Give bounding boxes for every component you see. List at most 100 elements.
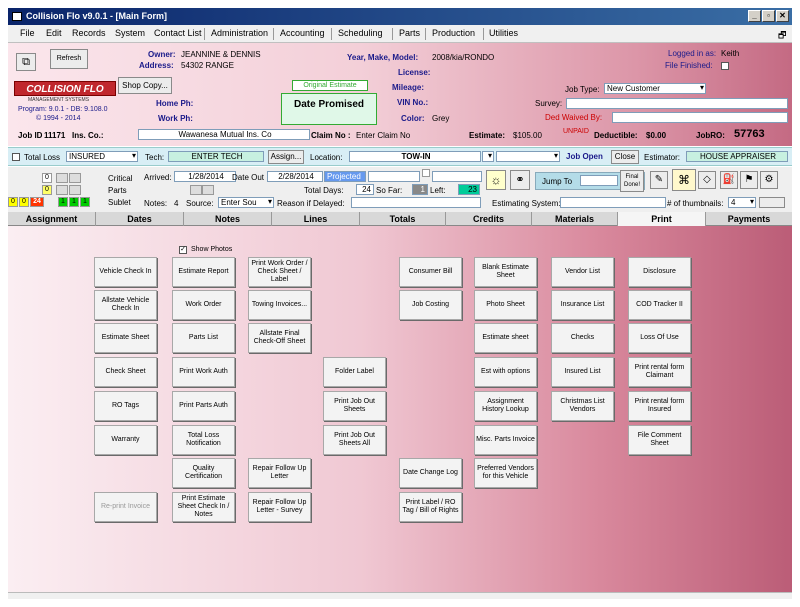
date-out-input[interactable]: 2/28/2014 xyxy=(267,171,323,182)
print-job-out-sheets-all-button[interactable]: Print Job Out Sheets All xyxy=(323,425,386,455)
date-promised-box[interactable]: Date Promised xyxy=(281,93,377,125)
tab-materials[interactable]: Materials xyxy=(532,212,618,226)
tab-totals[interactable]: Totals xyxy=(360,212,446,226)
thumbnails-apply-button[interactable] xyxy=(759,197,785,208)
estimate-sheet-button[interactable]: Estimate Sheet xyxy=(94,323,157,353)
allstate-vehicle-check-in-button[interactable]: Allstate Vehicle Check In xyxy=(94,290,157,320)
show-photos-checkbox[interactable]: ✓ xyxy=(179,246,187,254)
repair-follow-up-survey-button[interactable]: Repair Follow Up Letter - Survey xyxy=(248,492,311,522)
jump-to-input[interactable] xyxy=(580,175,618,186)
work-order-button[interactable]: Work Order xyxy=(172,290,235,320)
window-switch-icon[interactable]: ⧉ xyxy=(16,53,36,71)
folder-label-button[interactable]: Folder Label xyxy=(323,357,386,387)
final-done-button[interactable]: Final Done! xyxy=(620,170,644,192)
survey-input[interactable] xyxy=(566,98,788,109)
blank-estimate-sheet-button[interactable]: Blank Estimate Sheet xyxy=(474,257,537,287)
parts-list-button[interactable]: Parts List xyxy=(172,323,235,353)
tab-payments[interactable]: Payments xyxy=(706,212,792,226)
assignment-history-lookup-button[interactable]: Assignment History Lookup xyxy=(474,391,537,421)
job-type-select[interactable]: New Customer xyxy=(604,83,706,94)
estimator-field[interactable]: HOUSE APPRAISER xyxy=(686,151,788,162)
check-sheet-button[interactable]: Check Sheet xyxy=(94,357,157,387)
estimating-system-input[interactable] xyxy=(560,197,666,208)
projected-field[interactable]: Projected xyxy=(324,171,366,182)
claim-value[interactable]: Enter Claim No xyxy=(356,131,410,140)
original-estimate-label[interactable]: Original Estimate xyxy=(292,80,368,91)
job-costing-button[interactable]: Job Costing xyxy=(399,290,462,320)
quality-certification-button[interactable]: Quality Certification xyxy=(172,458,235,488)
close-window-button[interactable]: ✕ xyxy=(776,10,789,22)
diamond-icon[interactable]: ◇ xyxy=(698,171,716,189)
file-comment-sheet-button[interactable]: File Comment Sheet xyxy=(628,425,691,455)
menu-scheduling[interactable]: Scheduling xyxy=(338,28,383,38)
restore-icon[interactable]: 🗗 xyxy=(778,28,786,44)
warranty-button[interactable]: Warranty xyxy=(94,425,157,455)
shop-copy-button[interactable]: Shop Copy... xyxy=(118,77,172,94)
tab-print[interactable]: Print xyxy=(618,212,706,226)
consumer-bill-button[interactable]: Consumer Bill xyxy=(399,257,462,287)
disclosure-button[interactable]: Disclosure xyxy=(628,257,691,287)
menu-edit[interactable]: Edit xyxy=(46,28,62,38)
est-with-options-button[interactable]: Est with options xyxy=(474,357,537,387)
extra-date-input[interactable] xyxy=(432,171,482,182)
print-parts-auth-button[interactable]: Print Parts Auth xyxy=(172,391,235,421)
print-job-out-sheets-button[interactable]: Print Job Out Sheets xyxy=(323,391,386,421)
refresh-button[interactable]: Refresh xyxy=(50,49,88,69)
edit-icon[interactable]: ✎ xyxy=(650,171,668,189)
location-field[interactable]: TOW-IN xyxy=(349,151,481,162)
menu-contact-list[interactable]: Contact List xyxy=(154,28,202,38)
minimize-button[interactable]: _ xyxy=(748,10,761,22)
file-finished-checkbox[interactable] xyxy=(721,62,729,70)
insured-select[interactable]: INSURED xyxy=(66,151,138,162)
binoculars-icon[interactable]: ⚭ xyxy=(510,170,530,190)
tab-lines[interactable]: Lines xyxy=(272,212,360,226)
menu-system[interactable]: System xyxy=(115,28,145,38)
source-select[interactable]: Enter Sou xyxy=(218,197,274,208)
tab-notes[interactable]: Notes xyxy=(184,212,272,226)
preferred-vendors-button[interactable]: Preferred Vendors for this Vehicle xyxy=(474,458,537,488)
insured-list-button[interactable]: Insured List xyxy=(551,357,614,387)
projected-date-input[interactable] xyxy=(368,171,420,182)
sun-icon[interactable]: ☼ xyxy=(486,170,506,190)
menu-records[interactable]: Records xyxy=(72,28,106,38)
print-work-auth-button[interactable]: Print Work Auth xyxy=(172,357,235,387)
tech-field[interactable]: ENTER TECH xyxy=(168,151,264,162)
tab-credits[interactable]: Credits xyxy=(446,212,532,226)
close-job-button[interactable]: Close xyxy=(611,150,639,164)
allstate-final-check-off-button[interactable]: Allstate Final Check-Off Sheet xyxy=(248,323,311,353)
reason-delayed-input[interactable] xyxy=(351,197,481,208)
loss-of-use-button[interactable]: Loss Of Use xyxy=(628,323,691,353)
menu-utilities[interactable]: Utilities xyxy=(489,28,518,38)
estimate-report-button[interactable]: Estimate Report xyxy=(172,257,235,287)
ins-co-field[interactable]: Wawanesa Mutual Ins. Co xyxy=(138,129,310,140)
total-loss-checkbox[interactable] xyxy=(12,153,20,161)
thumbnails-select[interactable]: 4 xyxy=(728,197,756,208)
arrived-date-input[interactable]: 1/28/2014 xyxy=(174,171,236,182)
repair-follow-up-letter-button[interactable]: Repair Follow Up Letter xyxy=(248,458,311,488)
print-work-order-check-sheet-label-button[interactable]: Print Work Order / Check Sheet / Label xyxy=(248,257,311,287)
menu-accounting[interactable]: Accounting xyxy=(280,28,325,38)
vendor-list-button[interactable]: Vendor List xyxy=(551,257,614,287)
map-icon[interactable]: ⌘ xyxy=(672,169,696,191)
print-rental-form-insured-button[interactable]: Print rental form Insured xyxy=(628,391,691,421)
menu-production[interactable]: Production xyxy=(432,28,475,38)
vehicle-check-in-button[interactable]: Vehicle Check In xyxy=(94,257,157,287)
print-label-ro-tag-bill-of-rights-button[interactable]: Print Label / RO Tag / Bill of Rights xyxy=(399,492,462,522)
assign-button[interactable]: Assign... xyxy=(268,150,304,164)
menu-parts[interactable]: Parts xyxy=(399,28,420,38)
maximize-button[interactable]: ▫ xyxy=(762,10,775,22)
reprint-invoice-button[interactable]: Re-print Invoice xyxy=(94,492,157,522)
fuel-icon[interactable]: ⛽ xyxy=(720,171,738,189)
flag-icon[interactable]: ⚑ xyxy=(740,171,758,189)
christmas-list-vendors-button[interactable]: Christmas List Vendors xyxy=(551,391,614,421)
menu-file[interactable]: File xyxy=(20,28,35,38)
insurance-list-button[interactable]: Insurance List xyxy=(551,290,614,320)
projected-toggle[interactable] xyxy=(422,169,430,177)
ro-tags-button[interactable]: RO Tags xyxy=(94,391,157,421)
tab-assignment[interactable]: Assignment xyxy=(8,212,96,226)
print-rental-form-claimant-button[interactable]: Print rental form Claimant xyxy=(628,357,691,387)
misc-parts-invoice-button[interactable]: Misc. Parts Invoice xyxy=(474,425,537,455)
date-change-log-button[interactable]: Date Change Log xyxy=(399,458,462,488)
print-estimate-sheet-check-in-button[interactable]: Print Estimate Sheet Check In / Notes xyxy=(172,492,235,522)
estimate-sheet-2-button[interactable]: Estimate sheet xyxy=(474,323,537,353)
